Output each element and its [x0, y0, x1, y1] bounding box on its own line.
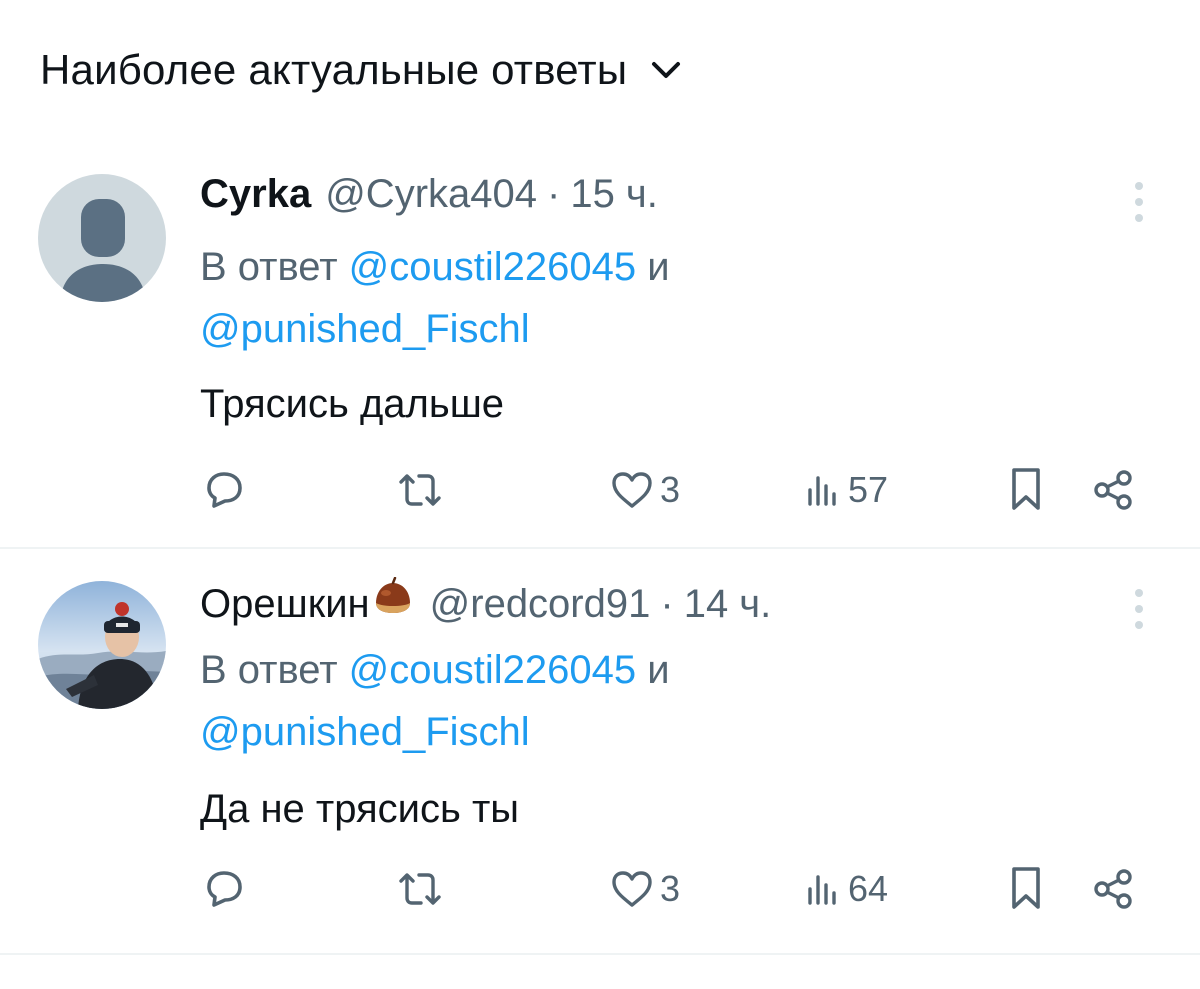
- retweet-icon: [394, 466, 446, 514]
- bookmark-icon: [1006, 863, 1046, 915]
- author-line: Cyrka @Cyrka404 · 15 ч.: [200, 172, 658, 217]
- mention-link[interactable]: @punished_Fischl: [200, 710, 530, 754]
- user-photo-avatar[interactable]: [38, 581, 166, 709]
- user-handle[interactable]: @redcord91: [430, 582, 651, 627]
- separator-dot: ·: [547, 172, 561, 216]
- separator-dot: ·: [660, 582, 674, 626]
- conjunction: и: [647, 648, 670, 692]
- view-count: 57: [848, 469, 889, 510]
- analytics-icon: [804, 466, 844, 514]
- share-button[interactable]: [1090, 462, 1138, 518]
- divider: [0, 953, 1200, 955]
- reply-prefix: В ответ: [200, 245, 338, 289]
- mention-link[interactable]: @coustil226045: [349, 648, 636, 692]
- analytics-icon: [804, 865, 844, 913]
- heart-icon: [608, 865, 656, 913]
- reply-text: Трясись дальше: [200, 382, 505, 426]
- like-count: 3: [660, 469, 681, 510]
- reply-button[interactable]: [200, 462, 248, 518]
- conjunction: и: [647, 245, 670, 289]
- comment-icon: [200, 865, 248, 913]
- more-options-icon[interactable]: [1132, 180, 1146, 224]
- action-bar: 3 57: [196, 462, 1146, 518]
- views-button[interactable]: 57: [804, 462, 888, 518]
- sort-dropdown[interactable]: Наиболее актуальные ответы: [40, 40, 681, 100]
- author-line: Орешкин @redcord91 · 14 ч.: [200, 576, 772, 627]
- reply-text: Да не трясись ты: [200, 787, 520, 831]
- mention-link[interactable]: @punished_Fischl: [200, 307, 530, 351]
- views-button[interactable]: 64: [804, 861, 888, 917]
- comment-icon: [200, 466, 248, 514]
- reply-post[interactable]: Cyrka @Cyrka404 · 15 ч. В ответ @coustil…: [0, 160, 1200, 548]
- reply-context: В ответ @coustil226045 и @punished_Fisch…: [200, 639, 960, 763]
- display-name[interactable]: Орешкин: [200, 582, 370, 627]
- share-icon: [1090, 466, 1138, 514]
- bookmark-button[interactable]: [1006, 861, 1046, 917]
- share-icon: [1090, 865, 1138, 913]
- display-name[interactable]: Cyrka: [200, 172, 311, 217]
- chestnut-emoji-icon: [370, 576, 416, 617]
- reply-prefix: В ответ: [200, 648, 338, 692]
- reply-button[interactable]: [200, 861, 248, 917]
- default-avatar[interactable]: [38, 174, 166, 302]
- chevron-down-icon: [651, 58, 681, 82]
- like-button[interactable]: 3: [608, 861, 680, 917]
- user-handle[interactable]: @Cyrka404: [325, 172, 537, 217]
- bookmark-button[interactable]: [1006, 462, 1046, 518]
- heart-icon: [608, 466, 656, 514]
- retweet-button[interactable]: [394, 861, 446, 917]
- like-count: 3: [660, 868, 681, 909]
- reply-post[interactable]: Орешкин @redcord91 · 14 ч. В ответ @cous…: [0, 549, 1200, 954]
- more-options-icon[interactable]: [1132, 587, 1146, 631]
- mention-link[interactable]: @coustil226045: [349, 245, 636, 289]
- reply-context: В ответ @coustil226045 и @punished_Fisch…: [200, 236, 960, 360]
- bookmark-icon: [1006, 464, 1046, 516]
- like-button[interactable]: 3: [608, 462, 680, 518]
- sort-label: Наиболее актуальные ответы: [40, 46, 628, 93]
- view-count: 64: [848, 868, 889, 909]
- action-bar: 3 64: [196, 861, 1146, 917]
- retweet-icon: [394, 865, 446, 913]
- retweet-button[interactable]: [394, 462, 446, 518]
- share-button[interactable]: [1090, 861, 1138, 917]
- timestamp[interactable]: 14 ч.: [684, 582, 772, 627]
- timestamp[interactable]: 15 ч.: [570, 172, 658, 217]
